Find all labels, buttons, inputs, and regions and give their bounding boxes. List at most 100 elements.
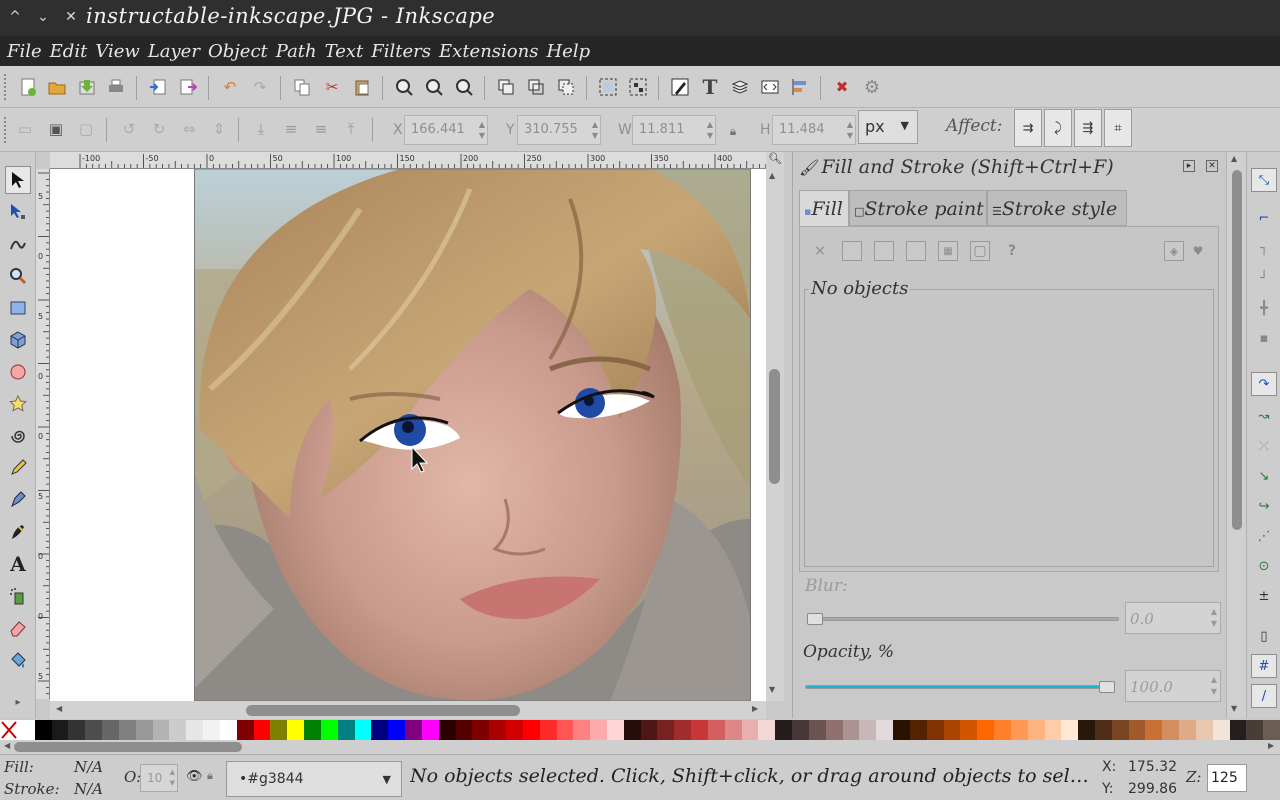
palette-swatch[interactable] [1212,720,1230,740]
tab-stroke-paint[interactable]: □Stroke paint [849,190,987,226]
horizontal-scroll-thumb[interactable] [246,705,520,716]
palette-swatch[interactable] [977,720,995,740]
open-icon[interactable] [46,76,68,98]
toolbar-grip[interactable] [4,117,8,143]
rectangle-tool-icon[interactable] [5,294,31,322]
palette-swatch[interactable] [606,720,624,740]
3d-box-tool-icon[interactable] [5,326,31,354]
snap-smooth-icon[interactable]: ↪ [1251,494,1277,518]
current-layer-select[interactable]: •#g3844 ▼ [226,761,402,797]
snap-grid-icon[interactable]: # [1251,654,1277,678]
menu-path[interactable]: Path [276,41,317,62]
palette-swatch[interactable] [118,720,136,740]
raise-top-icon[interactable]: ⤒ [340,118,362,140]
blur-value-field[interactable]: 0.0 ▲ ▼ [1125,602,1221,634]
unit-select[interactable]: px ▼ [858,110,918,144]
snap-bbox-edge-icon[interactable]: ┐ [1251,236,1277,260]
palette-swatch[interactable] [573,720,591,740]
snap-page-border-icon[interactable]: ▯ [1251,624,1277,648]
preferences-icon[interactable]: ✖ [831,76,853,98]
fill-rule-evenodd-button[interactable]: ◈ [1164,241,1184,261]
palette-swatch[interactable] [657,720,675,740]
snap-midpoint-icon[interactable]: ⋰ [1251,524,1277,548]
palette-swatch[interactable] [741,720,759,740]
scale-corners-toggle[interactable]: ⤸ [1044,109,1072,147]
palette-swatch[interactable] [758,720,776,740]
snap-nodes-icon[interactable]: ↷ [1251,372,1277,396]
menu-view[interactable]: View [95,41,140,62]
unlink-clone-icon[interactable] [555,76,577,98]
fill-stroke-icon[interactable] [669,76,691,98]
fill-rule-nonzero-button[interactable]: ♥ [1188,241,1208,261]
w-field[interactable]: 11.811 ▲ ▼ [632,115,716,145]
palette-swatch[interactable] [1195,720,1213,740]
rotate-cw-icon[interactable]: ↻ [148,118,170,140]
deselect-icon[interactable]: ▢ [75,118,97,140]
palette-swatch[interactable] [169,720,187,740]
x-field[interactable]: 166.441 ▲ ▼ [404,115,488,145]
palette-swatch[interactable] [388,720,406,740]
palette-swatch[interactable] [253,720,271,740]
flip-vertical-icon[interactable]: ⇕ [208,118,230,140]
y-field[interactable]: 310.755 ▲ ▼ [517,115,601,145]
palette-swatch[interactable] [522,720,540,740]
palette-swatch[interactable] [1061,720,1079,740]
palette-swatch[interactable] [539,720,557,740]
dialog-scroll-thumb[interactable] [1232,170,1242,530]
palette-swatch[interactable] [304,720,321,740]
pattern-button[interactable]: ▦ [938,241,958,261]
zoom-tool-icon[interactable] [5,262,31,290]
ungroup-icon[interactable] [627,76,649,98]
palette-swatch[interactable] [994,720,1011,740]
snap-toggle-icon[interactable]: ⤡ [1251,168,1277,192]
copy-icon[interactable] [291,76,313,98]
snap-center-icon[interactable]: ⊙ [1251,554,1277,578]
menu-layer[interactable]: Layer [148,41,200,62]
palette-scroll-thumb[interactable] [14,742,242,752]
dialog-close-icon[interactable]: ✕ [1206,160,1218,172]
palette-swatch[interactable] [808,720,826,740]
star-tool-icon[interactable] [5,390,31,418]
palette-swatch[interactable] [68,720,86,740]
import-icon[interactable] [147,76,169,98]
palette-swatch[interactable] [1078,720,1095,740]
palette-swatch[interactable] [34,720,52,740]
palette-swatch[interactable] [421,720,439,740]
palette-swatch[interactable] [909,720,927,740]
palette-swatch[interactable] [438,720,456,740]
rotate-ccw-icon[interactable]: ↺ [118,118,140,140]
text-font-icon[interactable]: T [699,75,721,99]
stroke-indicator-value[interactable]: N/A [74,780,103,798]
palette-swatch[interactable] [455,720,473,740]
palette-swatch[interactable] [842,720,860,740]
palette-swatch[interactable] [18,720,35,740]
palette-swatch[interactable] [707,720,725,740]
palette-swatch[interactable] [85,720,103,740]
paste-icon[interactable] [351,76,373,98]
redo-icon[interactable]: ↷ [249,76,271,98]
duplicate-icon[interactable] [495,76,517,98]
palette-swatch[interactable] [219,720,237,740]
dialog-dock-icon[interactable]: ▸ [1183,160,1195,172]
snap-path-icon[interactable]: ↝ [1251,404,1277,428]
palette-swatch[interactable] [405,720,422,740]
opacity-slider[interactable] [805,685,1115,689]
palette-swatch[interactable] [640,720,658,740]
palette-swatch[interactable] [102,720,119,740]
layers-icon[interactable] [729,76,751,98]
clone-icon[interactable] [525,76,547,98]
raise-icon[interactable]: ≡ [310,118,332,140]
palette-swatch[interactable] [943,720,961,740]
minimize-up-icon[interactable]: ^ [6,8,24,26]
palette-swatch[interactable] [51,720,69,740]
palette-swatch[interactable] [590,720,607,740]
menu-extensions[interactable]: Extensions [439,41,538,62]
tweak-tool-icon[interactable] [5,230,31,258]
zoom-field[interactable]: 125 [1207,764,1247,792]
lock-icon[interactable]: 🔒︎ [722,120,744,142]
palette-swatch[interactable] [724,720,742,740]
palette-swatch[interactable] [1128,720,1146,740]
palette-swatch[interactable] [152,720,170,740]
menu-text[interactable]: Text [325,41,364,62]
menu-object[interactable]: Object [208,41,268,62]
